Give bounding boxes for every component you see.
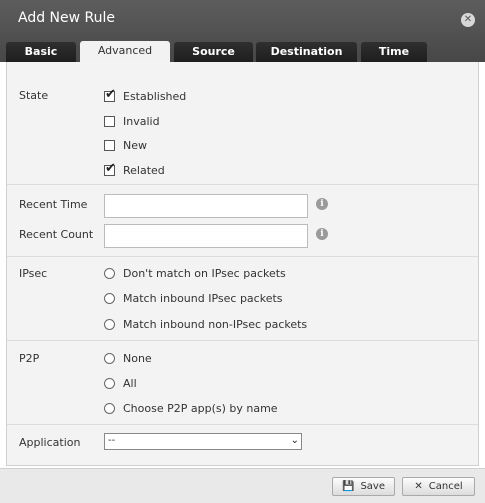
recent-count-info-icon[interactable]: i	[316, 228, 328, 240]
close-icon: ✕	[414, 481, 423, 492]
ipsec-inbound-radio[interactable]	[104, 293, 115, 304]
ipsec-non-ipsec-label: Match inbound non-IPsec packets	[123, 318, 308, 331]
state-label: State	[19, 89, 49, 102]
ipsec-option-dont-match[interactable]: Don't match on IPsec packets	[104, 267, 286, 280]
invalid-checkbox[interactable]	[104, 116, 115, 127]
p2p-label: P2P	[19, 352, 40, 365]
ipsec-inbound-label: Match inbound IPsec packets	[123, 292, 283, 305]
recent-time-info-icon[interactable]: i	[316, 198, 328, 210]
new-label: New	[123, 139, 147, 152]
divider	[7, 256, 478, 257]
state-option-new[interactable]: New	[104, 139, 147, 152]
ipsec-option-inbound[interactable]: Match inbound IPsec packets	[104, 292, 283, 305]
state-option-established[interactable]: Established	[104, 87, 187, 103]
tab-time[interactable]: Time	[361, 42, 427, 62]
state-option-invalid[interactable]: Invalid	[104, 115, 160, 128]
ipsec-non-ipsec-radio[interactable]	[104, 319, 115, 330]
ipsec-dont-match-radio[interactable]	[104, 268, 115, 279]
related-checkbox[interactable]	[104, 161, 116, 176]
new-checkbox[interactable]	[104, 140, 115, 151]
recent-time-label: Recent Time	[19, 198, 88, 211]
divider	[7, 184, 478, 185]
invalid-label: Invalid	[123, 115, 160, 128]
chevron-down-icon: ⌄	[290, 435, 299, 446]
p2p-by-name-radio[interactable]	[104, 403, 115, 414]
established-label: Established	[123, 90, 187, 103]
p2p-option-none[interactable]: None	[104, 352, 152, 365]
save-icon: 💾	[342, 481, 355, 492]
save-button-label: Save	[360, 481, 385, 492]
ipsec-dont-match-label: Don't match on IPsec packets	[123, 267, 286, 280]
p2p-option-all[interactable]: All	[104, 377, 137, 390]
divider	[7, 424, 478, 425]
cancel-button-label: Cancel	[428, 481, 463, 492]
related-label: Related	[123, 164, 165, 177]
p2p-option-by-name[interactable]: Choose P2P app(s) by name	[104, 402, 278, 415]
recent-time-input[interactable]	[104, 194, 308, 218]
application-select-value: --	[108, 435, 116, 446]
add-new-rule-dialog: Add New Rule ✕ Basic Advanced Source Des…	[0, 0, 485, 503]
p2p-all-label: All	[123, 377, 137, 390]
established-checkbox[interactable]	[104, 87, 116, 102]
state-option-related[interactable]: Related	[104, 161, 165, 177]
application-select[interactable]: -- ⌄	[104, 433, 302, 450]
tab-destination[interactable]: Destination	[256, 42, 357, 62]
tab-source[interactable]: Source	[174, 42, 253, 62]
p2p-none-radio[interactable]	[104, 353, 115, 364]
tab-advanced[interactable]: Advanced	[80, 41, 170, 62]
advanced-tab-panel: State Established Invalid New Related Re…	[6, 62, 479, 466]
close-icon[interactable]: ✕	[461, 13, 475, 27]
tab-basic[interactable]: Basic	[6, 42, 76, 62]
save-button[interactable]: 💾 Save	[332, 477, 395, 496]
ipsec-option-non-ipsec[interactable]: Match inbound non-IPsec packets	[104, 318, 307, 331]
p2p-by-name-label: Choose P2P app(s) by name	[123, 402, 278, 415]
dialog-titlebar: Add New Rule ✕ Basic Advanced Source Des…	[0, 0, 485, 62]
ipsec-label: IPsec	[19, 267, 48, 280]
dialog-title: Add New Rule	[18, 10, 116, 26]
p2p-none-label: None	[123, 352, 152, 365]
dialog-footer: 💾 Save ✕ Cancel	[0, 468, 485, 503]
p2p-all-radio[interactable]	[104, 378, 115, 389]
recent-count-input[interactable]	[104, 224, 308, 248]
divider	[7, 340, 478, 341]
recent-count-label: Recent Count	[19, 228, 94, 241]
application-label: Application	[19, 436, 81, 449]
cancel-button[interactable]: ✕ Cancel	[402, 477, 475, 496]
